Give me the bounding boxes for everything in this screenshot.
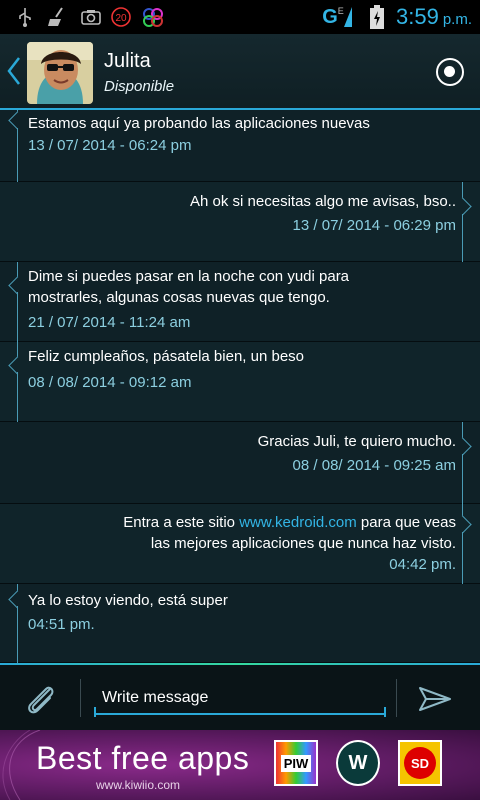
cleaner-icon	[46, 6, 70, 28]
bubble-line	[17, 292, 18, 342]
message-incoming[interactable]: Feliz cumpleaños, pásatela bien, un beso…	[0, 342, 480, 422]
message-timestamp: 08 / 08/ 2014 - 09:12 am	[28, 374, 192, 391]
status-bar: 20 G E 3:59 p.m.	[0, 0, 480, 34]
clock-time: 3:59	[395, 4, 439, 29]
message-text: Estamos aquí ya probando las aplicacione…	[28, 115, 370, 132]
ad-app-sd[interactable]: SD	[398, 740, 442, 786]
status-time: 3:59 p.m.	[396, 4, 472, 30]
paperclip-icon[interactable]	[20, 679, 60, 719]
chevron-left-icon[interactable]	[6, 56, 22, 86]
composer-bar	[0, 665, 480, 730]
composer-separator	[396, 679, 397, 717]
message-text: Gracias Juli, te quiero mucho.	[257, 433, 456, 450]
bubble-line	[462, 454, 463, 504]
clock-ampm: p.m.	[442, 11, 472, 28]
bubble-tail	[8, 111, 27, 130]
message-text-line: las mejores aplicaciones que nunca haz v…	[150, 535, 456, 552]
ad-app-piw[interactable]: PIW	[274, 740, 318, 786]
message-text-part: para que veas	[356, 514, 456, 531]
ad-banner[interactable]: Best free apps www.kiwiio.com PIW W SD	[0, 730, 480, 800]
bubble-line	[462, 532, 463, 584]
battery-charging-icon	[368, 5, 386, 29]
message-text-line: Dime si puedes pasar en la noche con yud…	[28, 268, 350, 285]
message-outgoing[interactable]: Gracias Juli, te quiero mucho. 08 / 08/ …	[0, 422, 480, 504]
message-outgoing[interactable]: Entra a este sitio www.kedroid.com para …	[0, 504, 480, 584]
screenshot-icon	[80, 6, 102, 28]
message-incoming[interactable]: Estamos aquí ya probando las aplicacione…	[0, 110, 480, 182]
ad-subtitle: www.kiwiio.com	[96, 778, 181, 792]
message-text: Ya lo estoy viendo, está super	[28, 592, 228, 609]
network-type: G	[322, 5, 338, 28]
eye-icon[interactable]	[436, 58, 464, 86]
composer-separator	[80, 679, 81, 717]
message-outgoing[interactable]: Ah ok si necesitas algo me avisas, bso..…	[0, 182, 480, 262]
bubble-tail	[453, 197, 472, 216]
bubble-line	[462, 214, 463, 262]
chat-header: Julita Disponible	[0, 34, 480, 110]
ad-app-label: W	[348, 751, 368, 774]
message-link[interactable]: www.kedroid.com	[239, 514, 357, 531]
svg-text:20: 20	[115, 13, 127, 24]
message-text: Feliz cumpleaños, pásatela bien, un beso	[28, 348, 305, 365]
message-timestamp: 13 / 07/ 2014 - 06:29 pm	[292, 217, 456, 234]
contact-status: Disponible	[104, 78, 175, 95]
signal-icon: G E	[320, 6, 354, 28]
input-corner	[384, 707, 386, 717]
ad-app-w[interactable]: W	[336, 740, 380, 786]
usb-icon	[14, 6, 36, 28]
message-timestamp: 08 / 08/ 2014 - 09:25 am	[292, 457, 456, 474]
bubble-line	[17, 128, 18, 182]
ad-app-label: PIW	[280, 754, 312, 772]
bubble-tail	[453, 515, 472, 534]
ad-app-label: SD	[404, 747, 436, 779]
message-input[interactable]	[94, 683, 386, 715]
input-corner	[94, 707, 96, 717]
message-text-part: Entra a este sitio	[123, 514, 240, 531]
message-timestamp: 04:51 pm.	[28, 616, 95, 633]
ad-title: Best free apps	[36, 740, 250, 776]
message-timestamp: 21 / 07/ 2014 - 11:24 am	[28, 314, 191, 331]
bubble-line	[17, 606, 18, 663]
counter-badge-icon: 20	[110, 6, 132, 28]
message-timestamp: 13 / 07/ 2014 - 06:24 pm	[28, 137, 192, 154]
message-text-line: Entra a este sitio www.kedroid.com para …	[123, 512, 456, 533]
message-text: Dime si puedes pasar en la noche con yud…	[28, 266, 349, 308]
message-text-line: mostrarles, algunas cosas nuevas que ten…	[28, 289, 330, 306]
message-incoming[interactable]: Dime si puedes pasar en la noche con yud…	[0, 262, 480, 342]
avatar[interactable]	[27, 42, 93, 104]
message-list[interactable]: Estamos aquí ya probando las aplicacione…	[0, 110, 480, 663]
message-text: Ah ok si necesitas algo me avisas, bso..	[190, 193, 456, 210]
bubble-line	[17, 372, 18, 422]
contact-name: Julita	[104, 50, 151, 72]
app-circles-icon	[140, 6, 166, 28]
message-timestamp: 04:42 pm.	[389, 556, 456, 573]
message-text: Entra a este sitio www.kedroid.com para …	[123, 512, 456, 554]
message-incoming[interactable]: Ya lo estoy viendo, está super 04:51 pm.	[0, 584, 480, 663]
bubble-tail	[453, 437, 472, 456]
send-icon[interactable]	[418, 685, 452, 713]
